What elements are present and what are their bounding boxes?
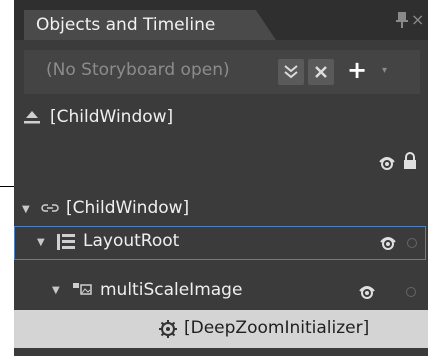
deepzoominitializer-label: [DeepZoomInitializer] [184,318,370,338]
scope-up-icon[interactable] [22,109,42,127]
link-icon [41,204,59,212]
scope-root-row[interactable]: [ChildWindow] [14,103,428,143]
new-storyboard-icon[interactable]: + [347,56,367,84]
collapse-caret-icon[interactable]: ▼ [37,237,45,248]
storyboard-status[interactable]: (No Storyboard open) [46,60,230,80]
storyboard-bar: (No Storyboard open) + ▾ [24,50,420,94]
behavior-gear-icon [159,320,177,338]
tree-row-layoutroot[interactable]: ▼ LayoutRoot [14,226,426,260]
collapse-caret-icon[interactable]: ▼ [52,285,60,296]
close-storyboard-button[interactable] [308,59,334,85]
panel-tab[interactable]: Objects and Timeline [24,10,276,40]
multiscaleimage-label: multiScaleImage [100,280,243,300]
lock-icon[interactable] [402,151,418,171]
eye-icon[interactable] [358,282,376,300]
tree-row-deepzoominitializer[interactable]: [DeepZoomInitializer] [14,310,428,348]
root-visibility-row [14,147,428,177]
layoutroot-label: LayoutRoot [83,231,180,251]
double-chevron-down-icon [284,65,298,79]
expand-storyboard-button[interactable] [278,59,304,85]
pin-icon[interactable] [394,11,410,29]
tree-row-multiscaleimage[interactable]: ▼ multiScaleImage [14,274,428,308]
objects-and-timeline-panel: Objects and Timeline × (No Storyboard op… [14,0,428,356]
eye-icon[interactable] [379,233,397,251]
grid-icon [57,234,75,250]
eye-icon[interactable] [378,153,396,171]
close-panel-icon[interactable]: × [411,12,424,28]
x-icon [315,66,327,78]
panel-titlebar: Objects and Timeline × [14,0,428,40]
storyboard-menu-caret[interactable]: ▾ [382,65,387,76]
lock-toggle-icon[interactable] [407,238,417,248]
image-icon [73,283,92,295]
root-label: [ChildWindow] [50,107,174,127]
tree-row-childwindow[interactable]: ▼ [ChildWindow] [14,193,428,225]
background-window-edge [0,0,15,187]
childwindow-label: [ChildWindow] [66,198,190,218]
lock-toggle-icon[interactable] [406,287,416,297]
collapse-caret-icon[interactable]: ▼ [22,204,30,215]
